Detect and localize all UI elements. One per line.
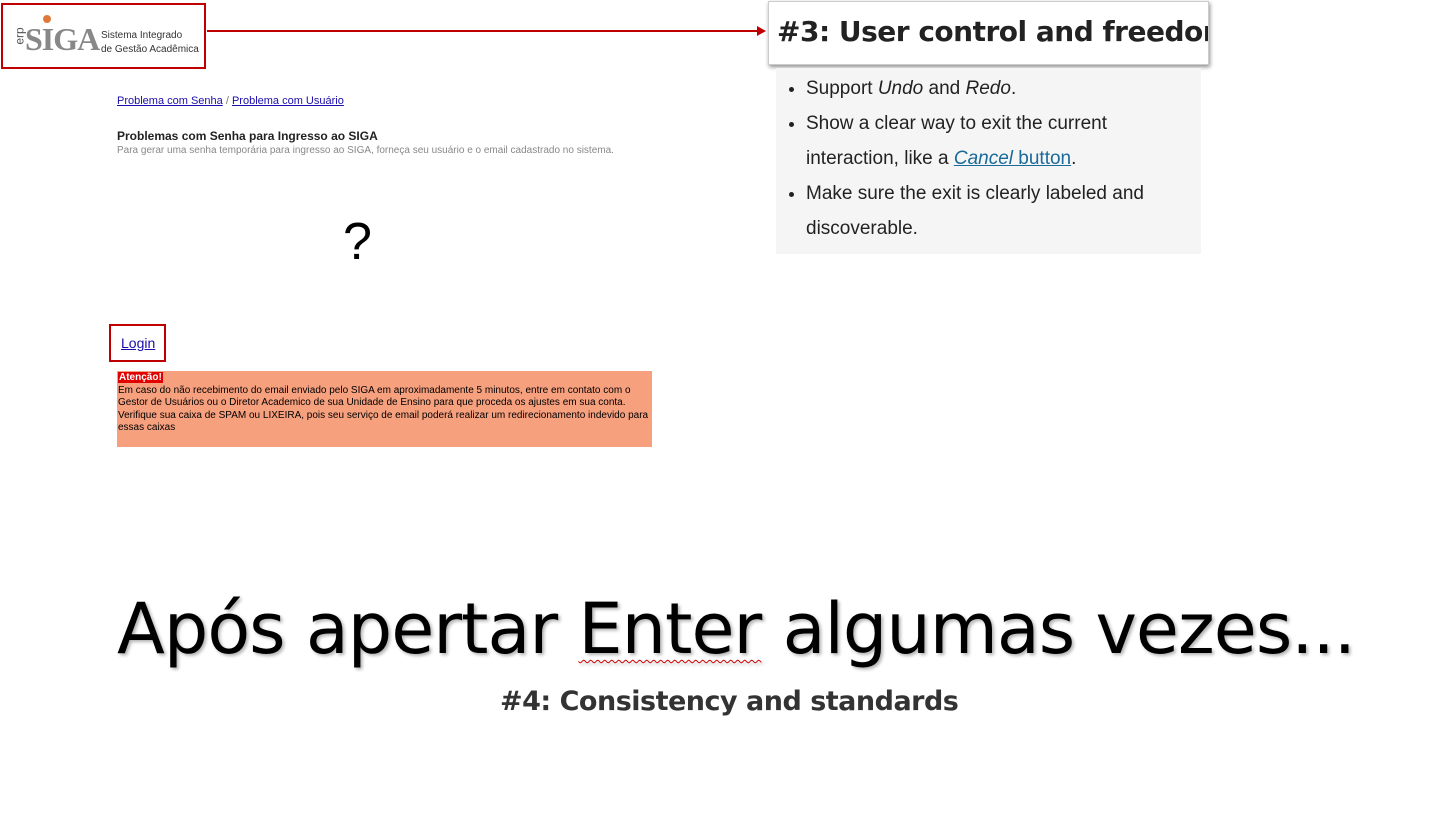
bullet-text: .: [1071, 148, 1077, 169]
heuristic-3-list: Support Undo and Redo. Show a clear way …: [776, 71, 1201, 246]
arrow-line: [207, 30, 759, 32]
warning-title: Atenção!: [118, 372, 163, 383]
slide-heading-part: Após apertar: [117, 588, 579, 670]
siga-logo-frame: erp SIGA Sistema Integrado de Gestão Aca…: [1, 3, 206, 69]
warning-text-1: Em caso do não recebimento do email envi…: [118, 384, 631, 409]
login-highlight-frame: Login: [109, 324, 166, 362]
arrow-head-icon: [757, 26, 766, 36]
slide-heading-part: algumas vezes...: [761, 588, 1356, 670]
slide-heading-enter: Enter: [578, 588, 762, 670]
heuristic-3-title: #3: User control and freedom: [777, 15, 1209, 48]
list-item: Show a clear way to exit the current int…: [806, 106, 1201, 176]
cancel-link-word: Cancel: [953, 148, 1014, 169]
missing-form-question-mark: ?: [343, 213, 372, 271]
heuristic-4-title: #4: Consistency and standards: [500, 686, 959, 717]
cancel-link-button-word: button: [1013, 148, 1072, 169]
warning-text-2: Verifique sua caixa de SPAM ou LIXEIRA, …: [118, 409, 649, 434]
breadcrumb-link-senha[interactable]: Problema com Senha: [117, 95, 223, 107]
page-subtitle: Para gerar uma senha temporária para ing…: [117, 145, 614, 156]
list-item: Support Undo and Redo.: [806, 71, 1201, 106]
slide-heading: Após apertar Enter algumas vezes...: [117, 588, 1356, 670]
logo-subtitle-line1: Sistema Integrado: [101, 30, 183, 41]
login-link[interactable]: Login: [121, 335, 155, 351]
siga-logo: SIGA: [25, 21, 100, 57]
bullet-text: Support: [806, 78, 878, 99]
bullet-text: .: [1010, 78, 1017, 99]
warning-box: Atenção! Em caso do não recebimento do e…: [117, 371, 652, 447]
bullet-text: Make sure the exit is clearly labeled an…: [806, 183, 1144, 239]
breadcrumb-separator: /: [222, 95, 232, 107]
cancel-button-link[interactable]: Cancel button: [954, 148, 1071, 169]
breadcrumb-link-usuario[interactable]: Problema com Usuário: [232, 95, 344, 107]
bullet-text: and: [923, 78, 966, 99]
heuristic-3-header: #3: User control and freedom: [768, 1, 1209, 65]
bullet-undo: Undo: [877, 78, 924, 99]
list-item: Make sure the exit is clearly labeled an…: [806, 176, 1201, 246]
breadcrumb: Problema com Senha / Problema com Usuári…: [117, 95, 344, 107]
logo-subtitle-line2: de Gestão Acadêmica: [101, 44, 199, 55]
heuristic-3-panel: Support Undo and Redo. Show a clear way …: [776, 68, 1201, 254]
bullet-redo: Redo: [965, 78, 1011, 99]
page-title: Problemas com Senha para Ingresso ao SIG…: [117, 129, 378, 143]
